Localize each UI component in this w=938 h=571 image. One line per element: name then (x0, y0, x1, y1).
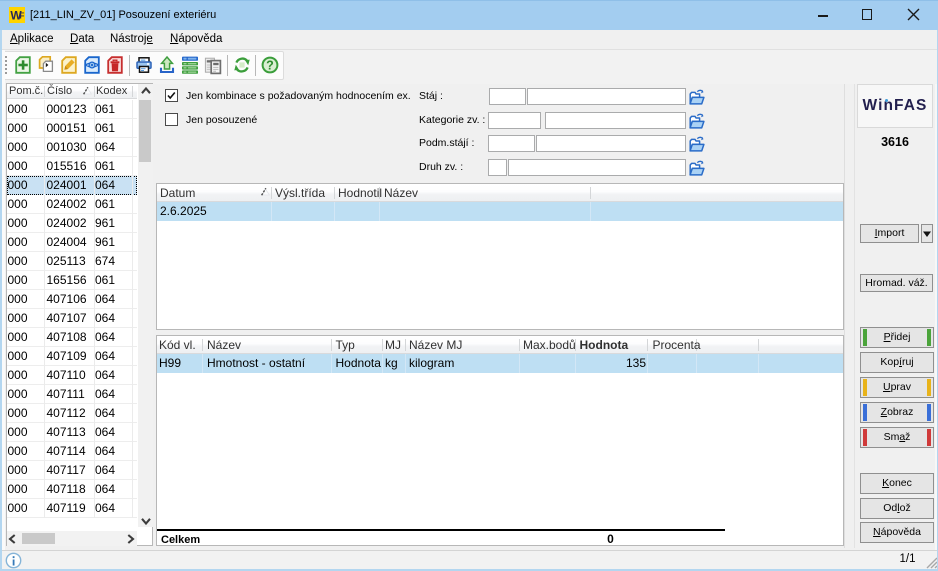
svg-text:F: F (20, 12, 25, 21)
svg-text:?: ? (266, 59, 274, 73)
